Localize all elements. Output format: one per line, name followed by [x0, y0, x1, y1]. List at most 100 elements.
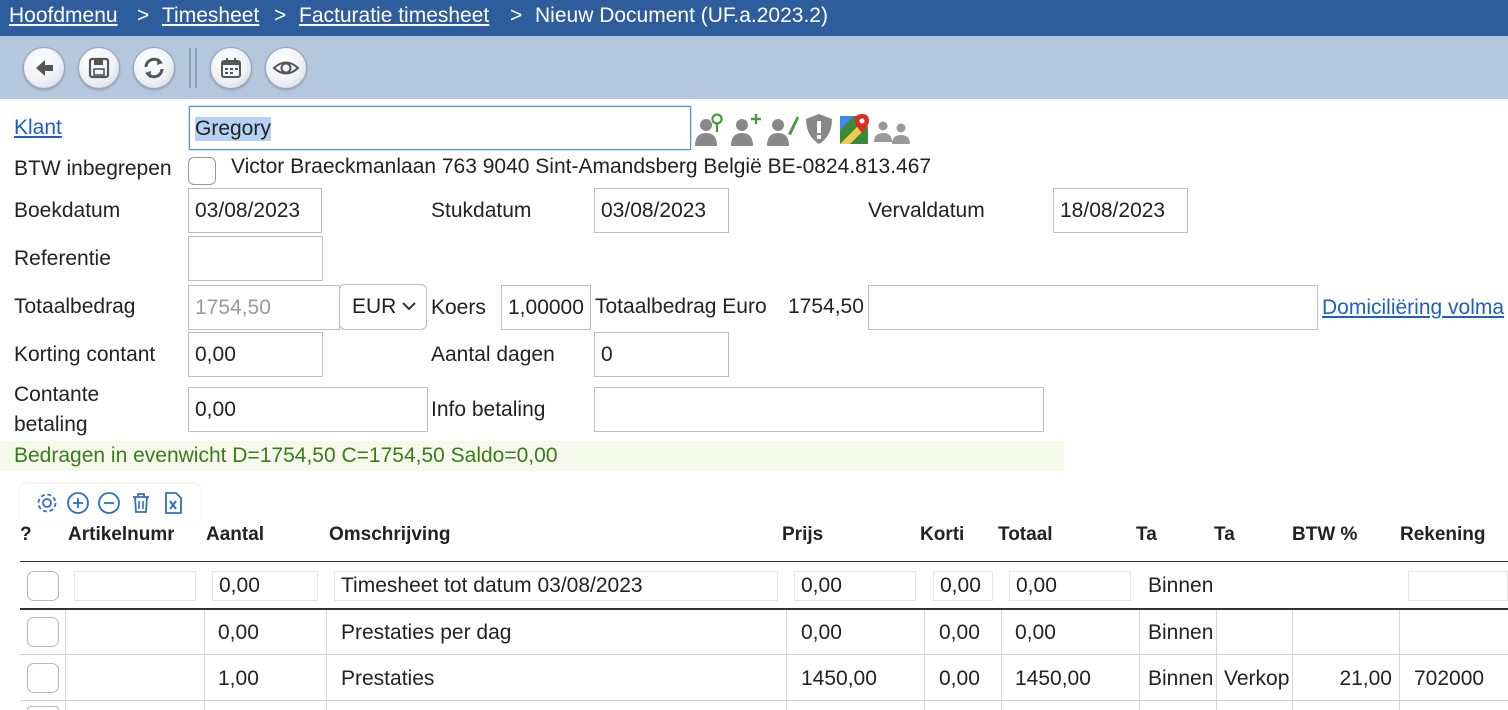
shield-icon[interactable] — [803, 112, 835, 146]
row-prijs-input[interactable]: 0,00 — [794, 571, 916, 601]
row-aantal-value[interactable]: 1,00 — [218, 667, 318, 691]
save-button[interactable] — [78, 47, 120, 89]
row-tarief-1-value[interactable]: Binnen — [1148, 667, 1212, 691]
breadcrumb-home-link[interactable]: Hoofdmenu — [9, 4, 118, 28]
grid-column-line — [326, 610, 327, 710]
maps-icon[interactable] — [838, 112, 872, 146]
column-header-tarief-2[interactable]: Ta — [1214, 524, 1236, 546]
referentie-input[interactable] — [188, 236, 323, 281]
row-korting-value[interactable]: 0,00 — [939, 667, 999, 691]
grid-remove-row-button[interactable] — [96, 490, 122, 516]
totaal-euro-label: Totaalbedrag Euro — [595, 295, 767, 318]
breadcrumb-current: Nieuw Document (UF.a.2023.2) — [535, 4, 828, 27]
klant-input[interactable]: Gregory — [189, 106, 691, 150]
referentie-label: Referentie — [14, 247, 111, 270]
row-rekening-input[interactable] — [1408, 571, 1508, 601]
column-header-btw[interactable]: BTW % — [1292, 524, 1382, 546]
stukdatum-input[interactable] — [594, 188, 729, 233]
column-header-totaal[interactable]: Totaal — [998, 524, 1098, 546]
row-tarief-2-value[interactable]: Verkope — [1224, 667, 1290, 691]
totaalbedrag-input[interactable] — [188, 285, 340, 330]
domiciliering-link[interactable]: Domiciliëring volma — [1322, 296, 1504, 320]
delete-icon — [133, 493, 149, 513]
row-select-checkbox[interactable] — [27, 617, 59, 647]
btw-inbegrepen-label: BTW inbegrepen — [14, 157, 172, 180]
row-btw-value[interactable]: 21,00 — [1300, 667, 1392, 691]
refresh-button[interactable] — [133, 47, 175, 89]
row-tarief-1-value[interactable]: Binnen — [1148, 574, 1212, 598]
currency-value: EUR — [352, 295, 397, 318]
contante-betaling-label-line1: Contante — [14, 383, 100, 406]
breadcrumb-invoicing-link[interactable]: Facturatie timesheet — [299, 4, 489, 28]
add-client-icon[interactable] — [729, 112, 765, 146]
row-aantal-value[interactable]: 0,00 — [218, 621, 318, 645]
row-select-checkbox[interactable] — [27, 663, 59, 693]
info-betaling-input[interactable] — [594, 387, 1044, 432]
boekdatum-input[interactable] — [188, 188, 322, 233]
column-header-select[interactable]: ? — [20, 524, 34, 546]
boekdatum-label: Boekdatum — [14, 199, 121, 222]
column-header-korting[interactable]: Korti — [920, 524, 970, 546]
column-header-artikelnummer[interactable]: Artikelnumr — [68, 524, 174, 546]
row-aantal-input[interactable]: 0,00 — [212, 571, 318, 601]
grid-add-row-button[interactable] — [65, 490, 91, 516]
grid-column-line — [924, 610, 925, 710]
row-omschrijving-value[interactable]: Prestaties per dag — [341, 621, 781, 645]
currency-select[interactable]: EUR — [339, 284, 427, 330]
grid-column-line — [786, 610, 787, 710]
row-prijs-value[interactable]: 1450,00 — [801, 667, 916, 691]
column-header-rekening[interactable]: Rekening — [1400, 524, 1508, 546]
column-header-omschrijving[interactable]: Omschrijving — [329, 524, 529, 546]
calendar-button[interactable] — [210, 47, 252, 89]
grid-column-line — [1216, 610, 1217, 710]
column-header-prijs[interactable]: Prijs — [782, 524, 882, 546]
koers-input[interactable] — [501, 285, 591, 330]
row-korting-value[interactable]: 0,00 — [939, 621, 999, 645]
edit-client-icon[interactable] — [766, 112, 800, 146]
row-totaal-value[interactable]: 0,00 — [1015, 621, 1135, 645]
row-totaal-value[interactable]: 1450,00 — [1015, 667, 1135, 691]
row-divider — [20, 700, 1508, 701]
totaal-euro-extra-field[interactable] — [868, 285, 1318, 330]
grid-settings-button[interactable] — [34, 490, 60, 516]
totaalbedrag-label: Totaalbedrag — [14, 295, 136, 318]
grid-delete-button[interactable] — [128, 490, 154, 516]
row-tarief-1-value[interactable]: Binnen — [1148, 621, 1212, 645]
column-header-aantal[interactable]: Aantal — [206, 524, 316, 546]
toolbar — [0, 36, 1508, 99]
row-omschrijving-input[interactable]: Timesheet tot datum 03/08/2023 — [334, 571, 778, 601]
breadcrumb-separator: > — [510, 4, 523, 27]
search-client-icon[interactable] — [695, 112, 725, 146]
btw-inbegrepen-checkbox[interactable] — [188, 157, 216, 185]
breadcrumb-timesheet-link[interactable]: Timesheet — [162, 4, 259, 28]
grid-export-excel-button[interactable] — [160, 490, 186, 516]
row-totaal-input[interactable]: 0,00 — [1009, 571, 1131, 601]
row-prijs-value[interactable]: 0,00 — [801, 621, 916, 645]
korting-contant-input[interactable] — [188, 332, 323, 377]
toolbar-separator — [189, 48, 191, 88]
vervaldatum-input[interactable] — [1053, 188, 1188, 233]
klant-link[interactable]: Klant — [14, 116, 62, 140]
excel-icon — [165, 492, 182, 514]
row-rekening-value[interactable]: 702000 — [1414, 667, 1508, 691]
column-header-tarief-1[interactable]: Ta — [1136, 524, 1158, 546]
contante-betaling-input[interactable] — [188, 387, 428, 432]
back-button[interactable] — [23, 47, 65, 89]
row-artikelnummer-input[interactable] — [74, 571, 196, 601]
toolbar-separator — [195, 48, 197, 88]
eye-icon — [272, 61, 300, 75]
balance-status-text: Bedragen in evenwicht D=1754,50 C=1754,5… — [14, 444, 558, 467]
preview-button[interactable] — [265, 47, 307, 89]
aantal-dagen-label: Aantal dagen — [431, 343, 555, 366]
aantal-dagen-input[interactable] — [594, 332, 729, 377]
refresh-icon — [144, 57, 164, 79]
row-select-checkbox[interactable] — [27, 571, 59, 601]
grid-column-line — [1292, 610, 1293, 710]
info-betaling-label: Info betaling — [431, 398, 546, 421]
row-select-checkbox[interactable] — [27, 706, 59, 710]
korting-contant-label: Korting contant — [14, 343, 156, 366]
contacts-icon[interactable] — [872, 116, 912, 146]
row-omschrijving-value[interactable]: Prestaties — [341, 667, 781, 691]
row-korting-input[interactable]: 0,00 — [933, 571, 993, 601]
client-address: Victor Braeckmanlaan 763 9040 Sint-Amand… — [231, 155, 932, 178]
